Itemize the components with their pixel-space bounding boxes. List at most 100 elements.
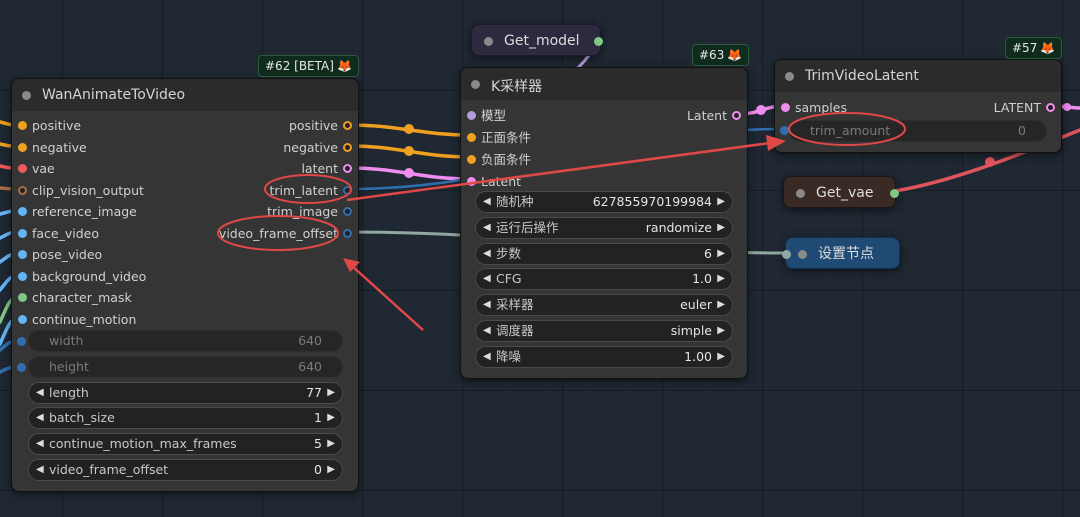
set-node[interactable]: 设置节点 (782, 237, 900, 269)
field-widget[interactable]: ◀ ▶ 采样器 euler (475, 294, 733, 317)
input-slot-dot[interactable] (18, 207, 27, 216)
reroute-dot (756, 105, 766, 115)
input-slot-dot[interactable] (18, 271, 27, 281)
field-widget[interactable]: ◀ ▶ 随机种 627855970199984 (475, 191, 733, 213)
increment-arrow-icon[interactable]: ▶ (327, 434, 335, 454)
increment-arrow-icon[interactable]: ▶ (717, 192, 725, 212)
output-slot-dot[interactable] (343, 142, 352, 152)
decrement-arrow-icon[interactable]: ◀ (36, 408, 44, 428)
node-status-dot (785, 72, 794, 81)
node-id-badge: #57 🦊 (1005, 37, 1063, 59)
get-model-title: Get_model (504, 33, 580, 49)
decrement-arrow-icon[interactable]: ◀ (483, 192, 491, 212)
node-title-bar[interactable]: WanAnimateToVideo (12, 79, 358, 111)
increment-arrow-icon[interactable]: ▶ (717, 269, 725, 289)
get-model-node[interactable]: Get_model (471, 24, 603, 56)
increment-arrow-icon[interactable]: ▶ (717, 295, 725, 315)
output-slot-dot[interactable] (343, 121, 352, 130)
node-title-bar[interactable]: TrimVideoLatent (775, 60, 1061, 92)
widget-value: 0 (1018, 123, 1026, 138)
decrement-arrow-icon[interactable]: ◀ (483, 269, 491, 289)
decrement-arrow-icon[interactable]: ◀ (483, 347, 491, 367)
field-widget[interactable]: ◀ ▶ 降噪 1.00 (475, 345, 733, 368)
input-slot-dot[interactable] (467, 177, 476, 186)
input-slot-dot[interactable] (781, 103, 790, 112)
widget-label: 运行后操作 (496, 219, 559, 235)
input-slot-dot[interactable] (18, 121, 27, 130)
decrement-arrow-icon[interactable]: ◀ (36, 460, 44, 480)
get-vae-title: Get_vae (816, 185, 874, 201)
increment-arrow-icon[interactable]: ▶ (717, 244, 725, 264)
length-widget[interactable]: ◀ ▶ length 77 (28, 381, 343, 404)
widget-label: 降噪 (496, 348, 522, 364)
set-node-input-dot[interactable] (782, 250, 791, 259)
output-slot-dot[interactable] (343, 164, 352, 173)
widget-value: 640 (298, 358, 322, 374)
get-model-output-dot[interactable] (594, 37, 603, 46)
increment-arrow-icon[interactable]: ▶ (327, 408, 335, 428)
fox-icon: 🦊 (336, 59, 352, 73)
output-slot-dot[interactable] (732, 111, 741, 120)
input-slot-dot[interactable] (18, 228, 27, 238)
trim-video-latent-node[interactable]: TrimVideoLatent samples LATENT trim_amou… (774, 59, 1062, 153)
input-slot-dot[interactable] (467, 133, 476, 142)
input-slot-dot[interactable] (18, 250, 27, 259)
output-slot-dot[interactable] (343, 228, 352, 238)
wire-latent (347, 166, 472, 181)
input-slot-dot[interactable] (18, 164, 27, 173)
batch-size-widget[interactable]: ◀ ▶ batch_size 1 (28, 407, 343, 430)
widget-value: 5 (314, 436, 322, 452)
height-widget[interactable]: height 640 (28, 355, 343, 378)
increment-arrow-icon[interactable]: ▶ (327, 460, 335, 480)
widget-input-dot[interactable] (17, 362, 26, 372)
set-node-title: 设置节点 (818, 246, 874, 262)
ksampler-node[interactable]: K采样器 模型 正面条件 负面条件 Latent Latent ◀ ▶ 随机种 627855… (460, 67, 748, 379)
node-id-badge: #63 🦊 (692, 44, 750, 66)
increment-arrow-icon[interactable]: ▶ (327, 383, 335, 403)
get-vae-output-dot[interactable] (890, 189, 899, 198)
increment-arrow-icon[interactable]: ▶ (717, 218, 725, 238)
input-slot-positive: positive (32, 118, 82, 133)
decrement-arrow-icon[interactable]: ◀ (483, 218, 491, 238)
input-slot-dot[interactable] (18, 314, 27, 324)
field-widget[interactable]: ◀ ▶ 步数 6 (475, 242, 733, 265)
fox-icon: 🦊 (1040, 41, 1056, 55)
widget-label: length (49, 384, 89, 400)
input-slot-negative: negative (32, 139, 87, 155)
trim-amount-widget[interactable]: trim_amount 0 (789, 120, 1047, 142)
node-status-dot (471, 80, 480, 89)
decrement-arrow-icon[interactable]: ◀ (36, 434, 44, 454)
widget-value: 627855970199984 (592, 194, 712, 209)
wan-animate-to-video-node[interactable]: WanAnimateToVideo positive negative vae cli… (11, 78, 359, 492)
decrement-arrow-icon[interactable]: ◀ (36, 383, 44, 403)
input-slot-dot[interactable] (467, 111, 476, 120)
decrement-arrow-icon[interactable]: ◀ (483, 295, 491, 315)
input-slot-dot[interactable] (467, 155, 476, 164)
continue-motion-max-frames-widget[interactable]: ◀ ▶ continue_motion_max_frames 5 (28, 433, 343, 456)
decrement-arrow-icon[interactable]: ◀ (483, 244, 491, 264)
output-slot-latent: latent (301, 161, 338, 176)
decrement-arrow-icon[interactable]: ◀ (483, 321, 491, 341)
widget-label: batch_size (49, 410, 115, 426)
cfg-widget[interactable]: ◀ ▶ CFG 1.0 (475, 268, 733, 291)
widget-input-dot[interactable] (780, 126, 789, 135)
input-slot-dot[interactable] (18, 185, 27, 195)
node-title-bar[interactable]: K采样器 (461, 68, 747, 100)
increment-arrow-icon[interactable]: ▶ (717, 321, 725, 341)
video-frame-offset-widget[interactable]: ◀ ▶ video_frame_offset 0 (28, 459, 343, 481)
width-widget[interactable]: width 640 (28, 330, 343, 352)
field-widget[interactable]: ◀ ▶ 调度器 simple (475, 320, 733, 342)
input-slot-dot[interactable] (18, 142, 27, 152)
field-widget[interactable]: ◀ ▶ 运行后操作 randomize (475, 216, 733, 239)
output-slot-dot[interactable] (343, 185, 352, 195)
output-slot-positive: positive (288, 118, 338, 133)
output-slot-dot[interactable] (1046, 103, 1055, 112)
output-slot-video-frame-offset: video_frame_offset (218, 225, 338, 241)
widget-value: simple (670, 323, 712, 338)
widget-input-dot[interactable] (17, 337, 26, 346)
increment-arrow-icon[interactable]: ▶ (717, 347, 725, 367)
reroute-dot (1063, 103, 1071, 111)
get-vae-node[interactable]: Get_vae (783, 176, 899, 208)
output-slot-dot[interactable] (343, 207, 352, 216)
input-slot-dot[interactable] (18, 293, 27, 302)
